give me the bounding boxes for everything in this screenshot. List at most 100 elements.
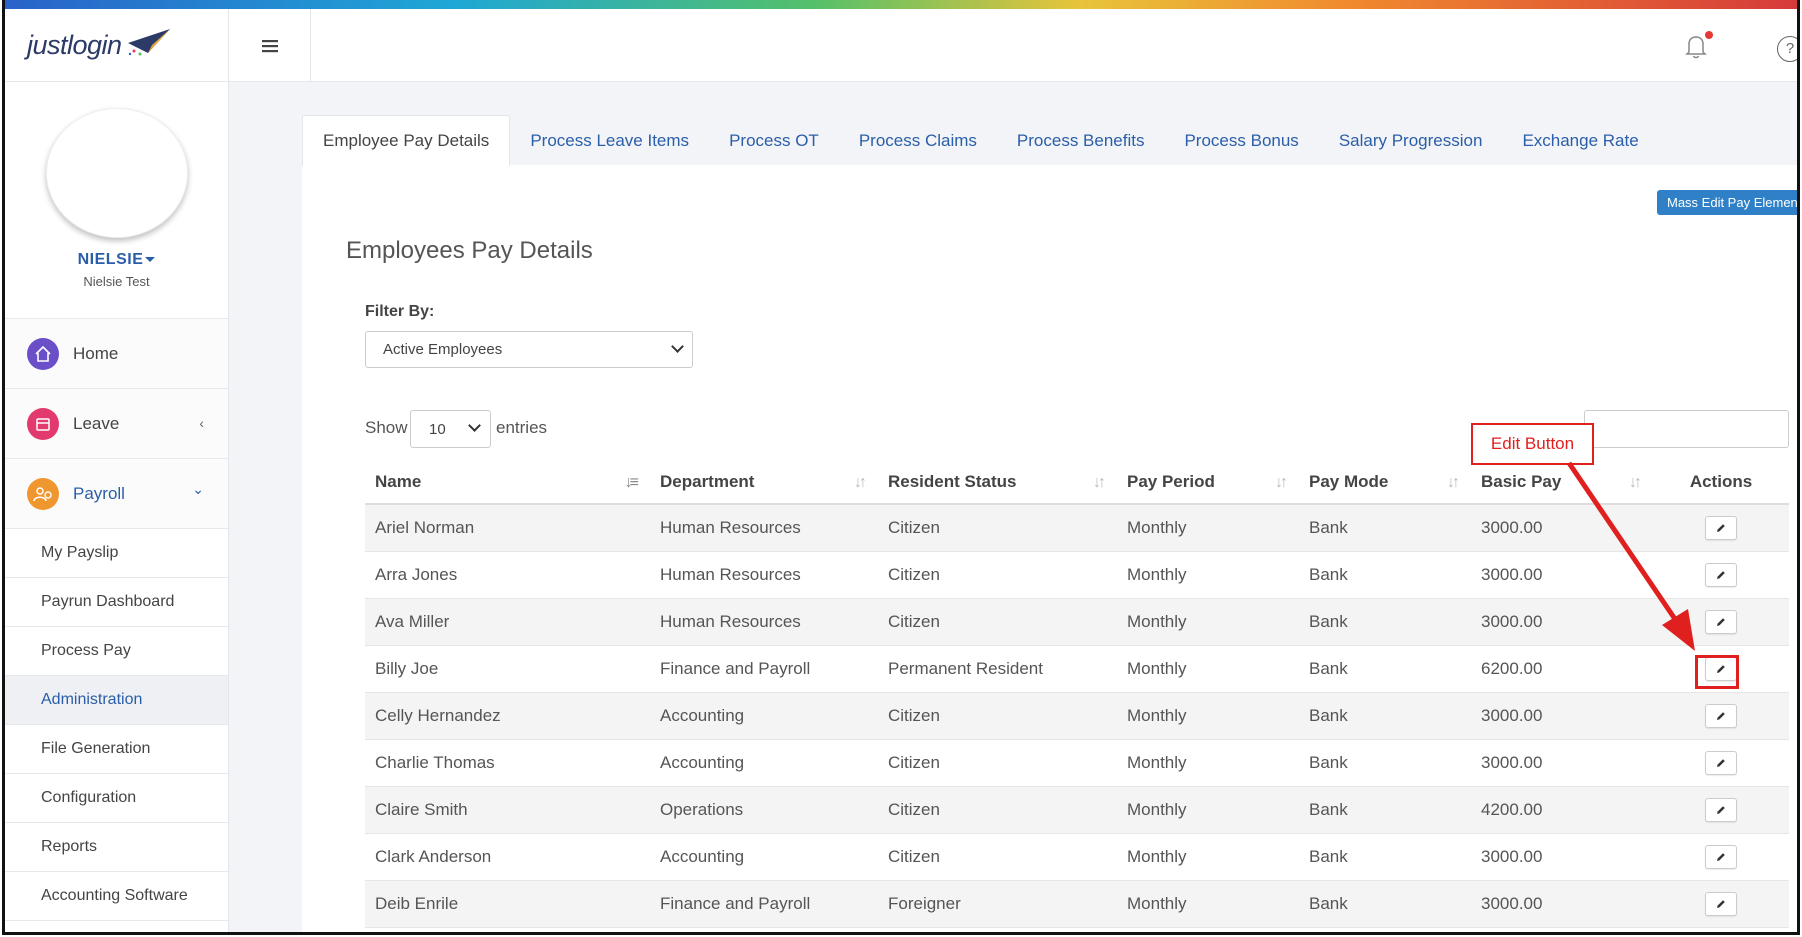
sidebar-item-payrun-dashboard[interactable]: Payrun Dashboard <box>5 578 228 627</box>
edit-button[interactable] <box>1705 704 1737 728</box>
tab-process-benefits[interactable]: Process Benefits <box>997 115 1165 166</box>
edit-button[interactable] <box>1705 516 1737 540</box>
table-cell: Foreigner <box>888 894 961 913</box>
sidebar-item-process-pay[interactable]: Process Pay <box>5 627 228 676</box>
table-cell: Human Resources <box>660 518 801 537</box>
tab-process-leave-items[interactable]: Process Leave Items <box>510 115 709 166</box>
table-cell: Claire Smith <box>375 800 468 819</box>
menu-toggle-button[interactable] <box>229 9 311 82</box>
tab-process-claims[interactable]: Process Claims <box>839 115 997 166</box>
table-cell: 3000.00 <box>1481 753 1543 772</box>
table-cell: 6200.00 <box>1481 659 1543 678</box>
table-cell: Bank <box>1309 753 1348 772</box>
table-cell: Clark Anderson <box>375 847 492 866</box>
sort-icon: ↓↑ <box>1093 474 1106 491</box>
calendar-icon <box>27 407 59 440</box>
table-cell: Finance and Payroll <box>660 659 811 678</box>
edit-button[interactable] <box>1705 845 1737 869</box>
pencil-icon <box>1717 900 1725 908</box>
show-label: Show <box>365 418 408 437</box>
table-cell: 3000.00 <box>1481 847 1543 866</box>
sort-icon: ↓↑ <box>854 474 867 491</box>
table-cell: Bank <box>1309 894 1348 913</box>
table-cell: Monthly <box>1127 753 1187 772</box>
col-header-pay-period[interactable]: Pay Period ↓↑ <box>1117 460 1299 503</box>
table-cell: 3000.00 <box>1481 612 1543 631</box>
table-body: Ariel Norman Human Resources Citizen Monthl… <box>365 505 1789 928</box>
col-header-pay-mode[interactable]: Pay Mode ↓↑ <box>1299 460 1471 503</box>
col-header-resident-status[interactable]: Resident Status ↓↑ <box>878 460 1117 503</box>
table-cell: Citizen <box>888 753 940 772</box>
table-cell: Human Resources <box>660 565 801 584</box>
caret-down-icon <box>145 257 156 263</box>
tab-exchange-rate[interactable]: Exchange Rate <box>1502 115 1658 166</box>
table-cell-actions <box>1653 505 1789 551</box>
nav-home[interactable]: Home <box>5 319 228 389</box>
nav-payroll[interactable]: Payroll ⌄ <box>5 459 228 529</box>
table-cell-actions <box>1653 881 1789 927</box>
sidebar-item-administration[interactable]: Administration <box>5 676 228 725</box>
col-header-name[interactable]: Name ↓≡ <box>365 460 650 503</box>
table-row: Ava Miller Human Resources Citizen Monthly B… <box>365 599 1789 646</box>
table-cell: Ariel Norman <box>375 518 475 537</box>
table-row: Celly Hernandez Accounting Citizen Monthly B… <box>365 693 1789 740</box>
logo-text: justlogin <box>27 29 122 60</box>
notification-dot <box>1705 31 1713 39</box>
pencil-icon <box>1717 712 1725 720</box>
table-cell: Monthly <box>1127 800 1187 819</box>
help-icon[interactable]: ? <box>1777 36 1797 62</box>
table-cell: Finance and Payroll <box>660 894 811 913</box>
table-row: Deib Enrile Finance and Payroll Foreigner M… <box>365 881 1789 928</box>
table-cell: Ava Miller <box>375 612 450 631</box>
table-row: Billy Joe Finance and Payroll Permanent Re… <box>365 646 1789 693</box>
col-header-department[interactable]: Department ↓↑ <box>650 460 878 503</box>
edit-button[interactable] <box>1705 798 1737 822</box>
page-size-select[interactable]: 10 <box>410 410 491 448</box>
table-cell-actions <box>1653 834 1789 880</box>
filter-select[interactable]: Active Employees <box>365 331 693 368</box>
table-cell: Bank <box>1309 518 1348 537</box>
table-cell: Accounting <box>660 847 745 866</box>
username-dropdown[interactable]: NIELSIE <box>5 251 228 269</box>
sidebar-item-file-generation[interactable]: File Generation <box>5 725 228 774</box>
sidebar-item-accounting-software[interactable]: Accounting Software <box>5 872 228 921</box>
pay-details-table: Name ↓≡ Department ↓↑ Resident Status ↓↑ Pa… <box>365 460 1789 928</box>
edit-button[interactable] <box>1705 610 1737 634</box>
table-cell: Monthly <box>1127 847 1187 866</box>
nav-leave[interactable]: Leave ‹ <box>5 389 228 459</box>
pencil-icon <box>1717 853 1725 861</box>
search-input[interactable] <box>1584 410 1789 448</box>
sidebar-item-configuration[interactable]: Configuration <box>5 774 228 823</box>
tab-process-ot[interactable]: Process OT <box>709 115 839 166</box>
table-cell: Charlie Thomas <box>375 753 495 772</box>
tab-salary-progression[interactable]: Salary Progression <box>1319 115 1503 166</box>
col-header-actions: Actions <box>1689 471 1753 491</box>
filter-select-value: Active Employees <box>383 341 503 358</box>
edit-button[interactable] <box>1705 751 1737 775</box>
edit-button[interactable] <box>1705 892 1737 916</box>
table-cell-actions <box>1653 787 1789 833</box>
tab-employee-pay-details[interactable]: Employee Pay Details <box>302 115 511 166</box>
sort-icon: ↓↑ <box>1629 474 1642 491</box>
table-cell-actions <box>1653 552 1789 598</box>
nav-home-label: Home <box>73 343 119 363</box>
table-row: Claire Smith Operations Citizen Monthly Bank… <box>365 787 1789 834</box>
edit-button[interactable] <box>1705 563 1737 587</box>
mass-edit-pay-elements-button[interactable]: Mass Edit Pay Elements <box>1657 190 1797 215</box>
pencil-icon <box>1717 571 1725 579</box>
table-cell: Bank <box>1309 706 1348 725</box>
table-cell-actions <box>1653 693 1789 739</box>
table-cell: 3000.00 <box>1481 565 1543 584</box>
table-cell: Citizen <box>888 706 940 725</box>
table-cell: Accounting <box>660 706 745 725</box>
table-cell: Citizen <box>888 800 940 819</box>
avatar[interactable] <box>46 108 188 238</box>
paper-plane-icon <box>127 29 170 56</box>
tab-process-bonus[interactable]: Process Bonus <box>1164 115 1318 166</box>
sidebar-item-my-payslip[interactable]: My Payslip <box>5 529 228 578</box>
sidebar-item-reports[interactable]: Reports <box>5 823 228 872</box>
sidebar: justlogin NIELSIE Nielsie Test Home Leav… <box>5 9 229 932</box>
logo[interactable]: justlogin <box>5 9 228 82</box>
col-header-basic-pay[interactable]: Basic Pay ↓↑ <box>1471 460 1653 503</box>
table-cell: Monthly <box>1127 894 1187 913</box>
